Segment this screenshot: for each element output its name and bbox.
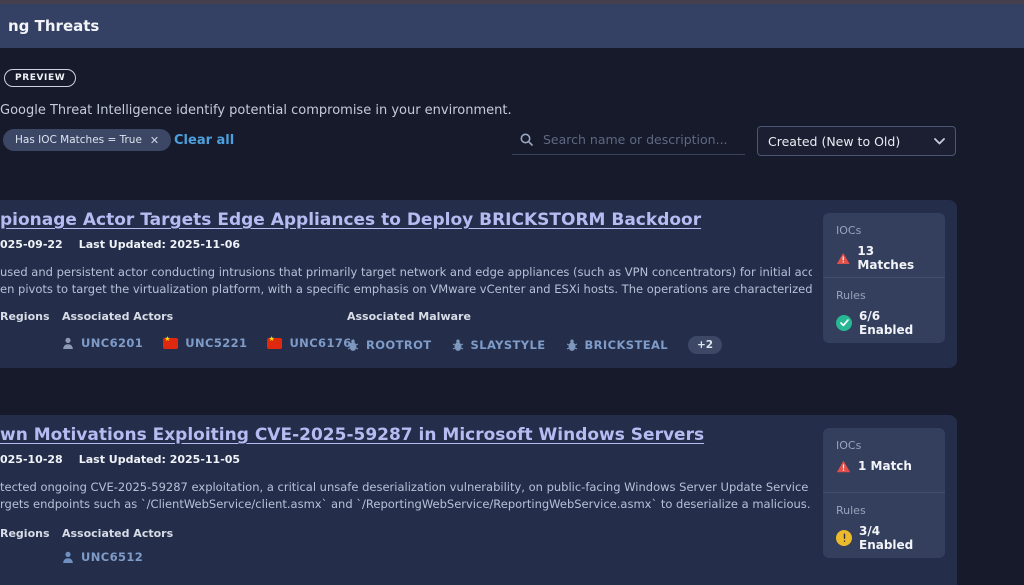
threat-card: wn Motivations Exploiting CVE-2025-59287… bbox=[0, 415, 957, 585]
exclamation-circle-icon bbox=[836, 530, 852, 546]
flag-china-icon bbox=[267, 338, 282, 349]
regions-label: Regions bbox=[0, 310, 62, 323]
check-circle-icon bbox=[836, 315, 852, 331]
iocs-label: IOCs bbox=[836, 224, 932, 237]
sort-dropdown-value: Created (New to Old) bbox=[768, 134, 900, 149]
page-title: ng Threats bbox=[8, 17, 99, 35]
threat-card: pionage Actor Targets Edge Appliances to… bbox=[0, 200, 957, 368]
column-labels: Regions Associated Actors bbox=[0, 527, 347, 540]
threat-actor-icon bbox=[62, 337, 74, 350]
threat-title-link[interactable]: pionage Actor Targets Edge Appliances to… bbox=[0, 210, 701, 230]
filter-chip-has-ioc-matches[interactable]: Has IOC Matches = True ✕ bbox=[3, 129, 171, 151]
iocs-label: IOCs bbox=[836, 439, 932, 452]
filter-chip-label: Has IOC Matches = True bbox=[15, 134, 142, 146]
iocs-section: IOCs 1 Match bbox=[823, 428, 945, 492]
malware-row: ROOTROT SLAYSTYLE BRICKSTEAL bbox=[347, 336, 722, 354]
last-updated-date: Last Updated: 2025-11-06 bbox=[79, 238, 240, 251]
malware-bug-icon bbox=[452, 339, 464, 352]
threat-actor-icon bbox=[62, 551, 74, 564]
created-date: 025-10-28 bbox=[0, 453, 63, 466]
threat-description: tected ongoing CVE-2025-59287 exploitati… bbox=[0, 479, 812, 512]
threat-dates: 025-10-28 Last Updated: 2025-11-05 bbox=[0, 453, 240, 466]
flag-china-icon bbox=[163, 338, 178, 349]
search-field[interactable] bbox=[512, 128, 745, 155]
warning-triangle-icon bbox=[836, 460, 851, 473]
search-input[interactable] bbox=[543, 132, 733, 147]
search-icon bbox=[520, 133, 533, 146]
last-updated-date: Last Updated: 2025-11-05 bbox=[79, 453, 240, 466]
ioc-rules-panel: IOCs 13 Matches Rules 6/6 Enabled bbox=[823, 213, 945, 343]
created-date: 025-09-22 bbox=[0, 238, 63, 251]
malware-name: SLAYSTYLE bbox=[471, 338, 546, 352]
rules-enabled-value: 3/4 Enabled bbox=[859, 524, 932, 552]
actor-chip[interactable]: UNC6512 bbox=[62, 550, 143, 564]
malware-bug-icon bbox=[347, 339, 359, 352]
malware-overflow-badge[interactable]: +2 bbox=[688, 336, 722, 354]
threat-title-link[interactable]: wn Motivations Exploiting CVE-2025-59287… bbox=[0, 425, 704, 445]
rules-section: Rules 6/6 Enabled bbox=[823, 277, 945, 343]
column-labels: Regions Associated Actors Associated Mal… bbox=[0, 310, 471, 323]
actors-row: UNC6201 UNC5221 UNC6176 bbox=[62, 336, 352, 350]
clear-all-button[interactable]: Clear all bbox=[174, 133, 234, 148]
iocs-section: IOCs 13 Matches bbox=[823, 213, 945, 277]
page-description: Google Threat Intelligence identify pote… bbox=[0, 103, 512, 118]
page-header: ng Threats bbox=[0, 4, 1024, 48]
regions-label: Regions bbox=[0, 527, 62, 540]
malware-chip[interactable]: ROOTROT bbox=[347, 338, 432, 352]
rules-label: Rules bbox=[836, 289, 932, 302]
malware-chip[interactable]: SLAYSTYLE bbox=[452, 338, 546, 352]
actor-chip[interactable]: UNC5221 bbox=[163, 336, 247, 350]
warning-triangle-icon bbox=[836, 252, 850, 265]
malware-chip[interactable]: BRICKSTEAL bbox=[566, 338, 668, 352]
threat-description: used and persistent actor conducting int… bbox=[0, 264, 812, 297]
close-icon[interactable]: ✕ bbox=[150, 134, 159, 147]
actor-name: UNC5221 bbox=[185, 336, 247, 350]
associated-malware-label: Associated Malware bbox=[347, 310, 471, 323]
ioc-matches-value: 1 Match bbox=[858, 459, 912, 473]
ioc-rules-panel: IOCs 1 Match Rules 3/4 Enabled bbox=[823, 428, 945, 558]
actor-name: UNC6201 bbox=[81, 336, 143, 350]
actor-chip[interactable]: UNC6201 bbox=[62, 336, 143, 350]
associated-actors-label: Associated Actors bbox=[62, 527, 347, 540]
rules-enabled-value: 6/6 Enabled bbox=[859, 309, 932, 337]
preview-badge: PREVIEW bbox=[4, 69, 76, 87]
actor-name: UNC6176 bbox=[289, 336, 351, 350]
sort-dropdown[interactable]: Created (New to Old) bbox=[757, 126, 956, 156]
malware-bug-icon bbox=[566, 339, 578, 352]
rules-section: Rules 3/4 Enabled bbox=[823, 492, 945, 558]
associated-actors-label: Associated Actors bbox=[62, 310, 347, 323]
malware-name: ROOTROT bbox=[366, 338, 432, 352]
threat-dates: 025-09-22 Last Updated: 2025-11-06 bbox=[0, 238, 240, 251]
actor-chip[interactable]: UNC6176 bbox=[267, 336, 351, 350]
malware-name: BRICKSTEAL bbox=[585, 338, 668, 352]
actor-name: UNC6512 bbox=[81, 550, 143, 564]
ioc-matches-value: 13 Matches bbox=[857, 244, 932, 272]
actors-row: UNC6512 bbox=[62, 550, 143, 564]
rules-label: Rules bbox=[836, 504, 932, 517]
chevron-down-icon bbox=[934, 138, 945, 145]
